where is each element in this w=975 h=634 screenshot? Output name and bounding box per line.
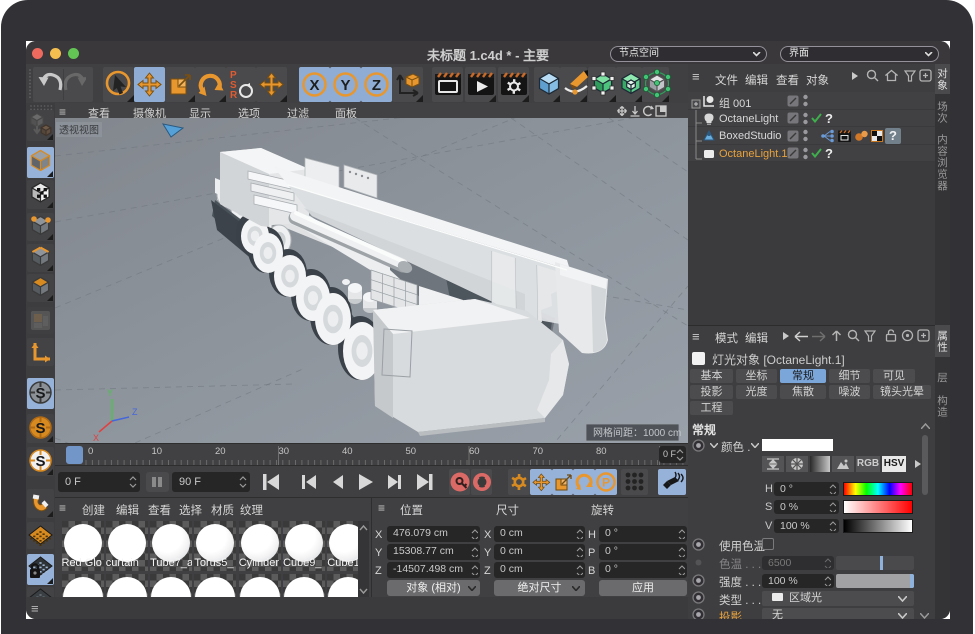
svg-text:40: 40 <box>342 446 353 457</box>
svg-text:网格间距：1000 cm: 网格间距：1000 cm <box>593 426 681 439</box>
svg-text:S: S <box>35 385 45 402</box>
svg-text:X: X <box>310 77 320 94</box>
svg-text:60: 60 <box>469 446 480 457</box>
svg-text:Z: Z <box>132 407 138 417</box>
svg-text:80: 80 <box>596 446 607 457</box>
svg-text:Y: Y <box>107 388 113 398</box>
svg-text:20: 20 <box>215 446 226 457</box>
svg-text:50: 50 <box>406 446 417 457</box>
svg-text:0: 0 <box>88 446 93 457</box>
svg-text:70: 70 <box>533 446 544 457</box>
svg-text:透视视图: 透视视图 <box>59 124 99 137</box>
svg-text:30: 30 <box>279 446 290 457</box>
svg-text:X: X <box>93 433 99 443</box>
svg-text:10: 10 <box>152 446 163 457</box>
svg-text:P: P <box>602 476 610 490</box>
svg-text:S: S <box>35 453 45 470</box>
svg-text:Z: Z <box>372 77 381 94</box>
svg-text:R: R <box>230 90 238 101</box>
svg-text:Y: Y <box>341 77 351 94</box>
svg-text:S: S <box>35 420 45 437</box>
